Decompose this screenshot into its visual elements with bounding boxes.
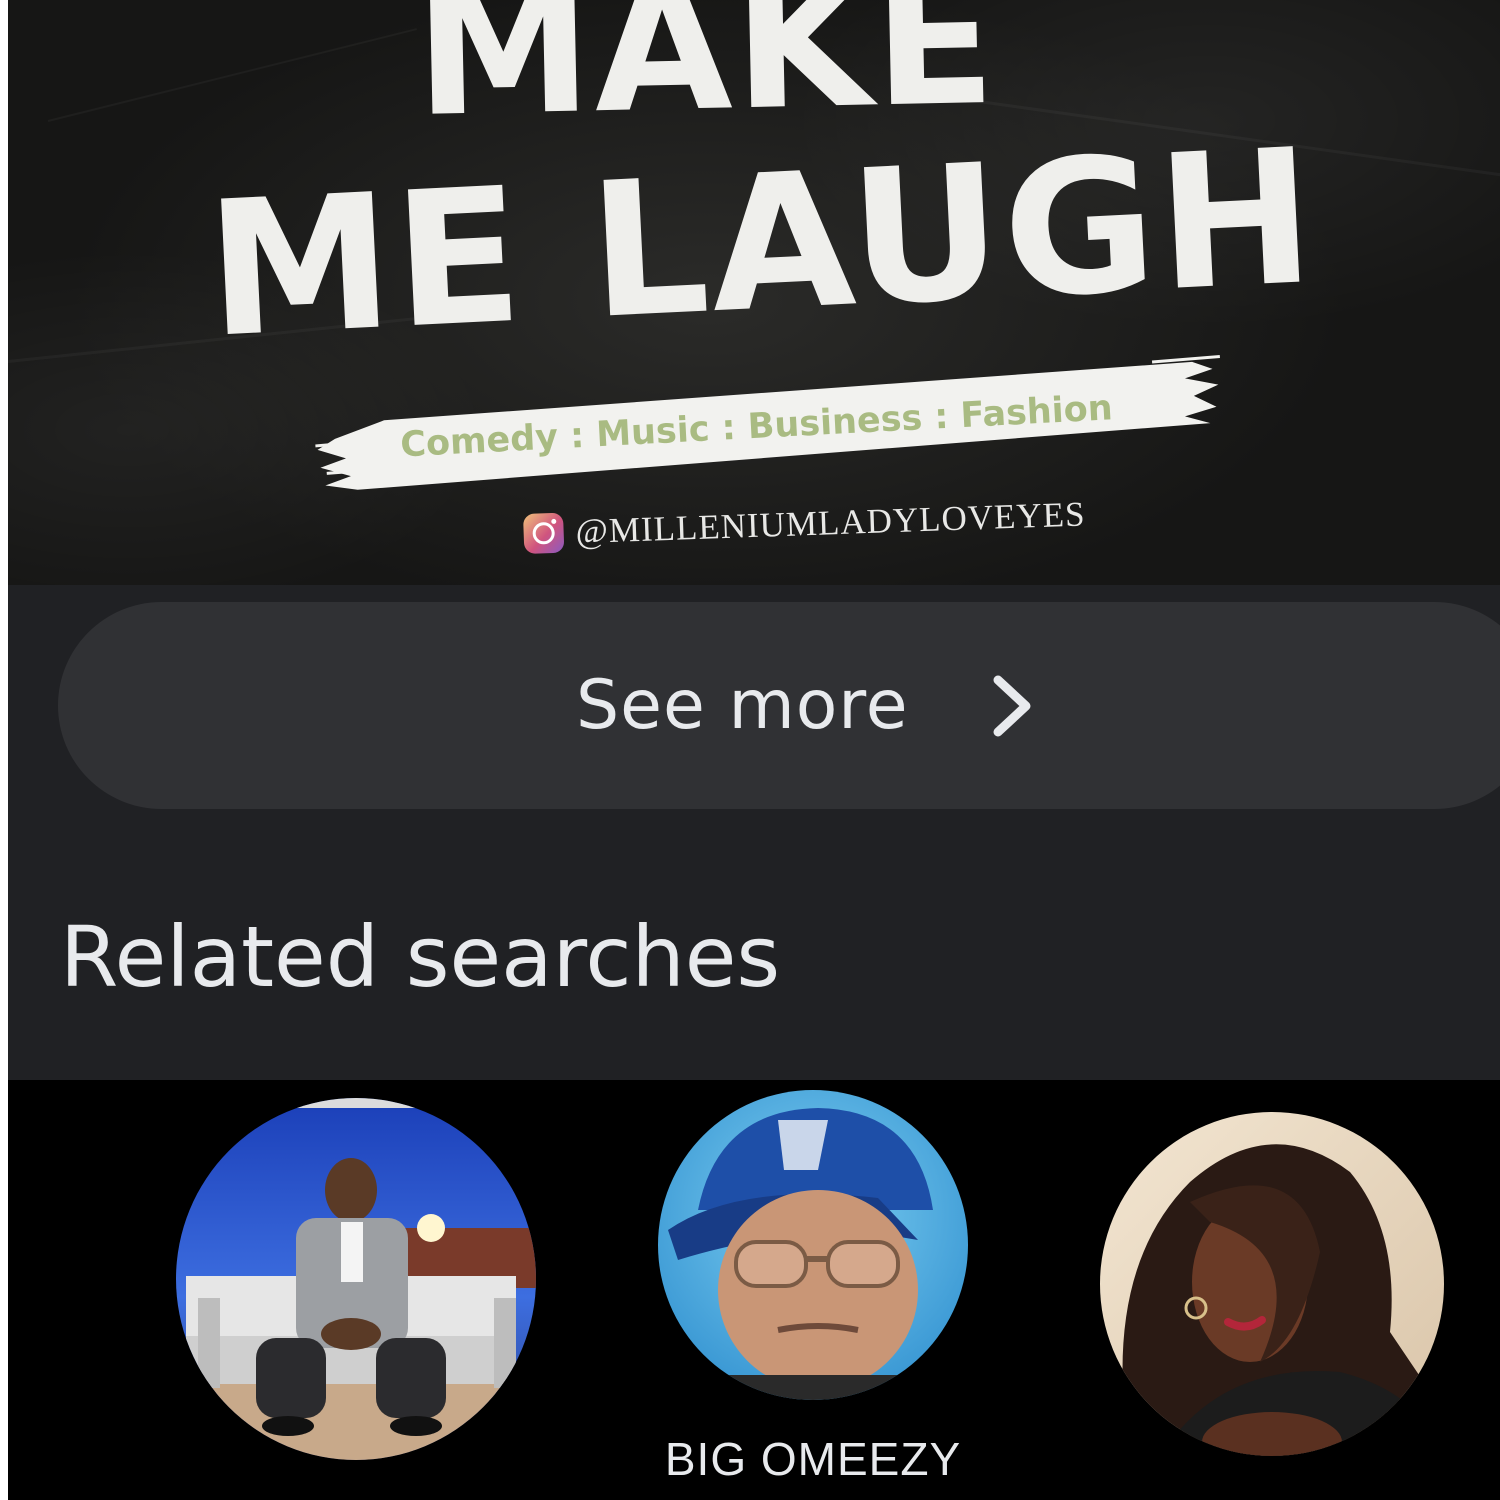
related-searches-carousel[interactable]: BIG OMEEZY bbox=[8, 1080, 1500, 1500]
related-search-name: BIG OMEEZY bbox=[664, 1433, 962, 1485]
brush-stroke: Comedy : Music : Business : Fashion bbox=[313, 354, 1227, 493]
paper-crease bbox=[47, 28, 417, 122]
banner-headline-line1: MAKE bbox=[412, 0, 1000, 156]
see-more-button[interactable]: See more bbox=[58, 602, 1500, 809]
related-search-item[interactable]: BIG OMEEZY bbox=[648, 1090, 978, 1500]
avatar bbox=[176, 1098, 536, 1460]
banner-headline-line2: ME LAUGH bbox=[202, 107, 1321, 379]
see-more-label: See more bbox=[576, 666, 909, 745]
instagram-icon bbox=[523, 512, 565, 554]
social-handle-row: @MILLENIUMLADYLOVEYES bbox=[523, 494, 1086, 554]
related-search-item[interactable] bbox=[1100, 1112, 1444, 1500]
related-search-item[interactable] bbox=[176, 1098, 538, 1500]
screen: MAKE ME LAUGH Comedy : Music : Business … bbox=[8, 0, 1500, 1500]
chevron-right-icon bbox=[980, 672, 1044, 740]
avatar bbox=[1100, 1112, 1444, 1456]
avatar bbox=[658, 1090, 968, 1400]
banner-image[interactable]: MAKE ME LAUGH Comedy : Music : Business … bbox=[8, 0, 1500, 585]
related-searches-title: Related searches bbox=[60, 908, 781, 1006]
social-handle: @MILLENIUMLADYLOVEYES bbox=[574, 494, 1087, 552]
